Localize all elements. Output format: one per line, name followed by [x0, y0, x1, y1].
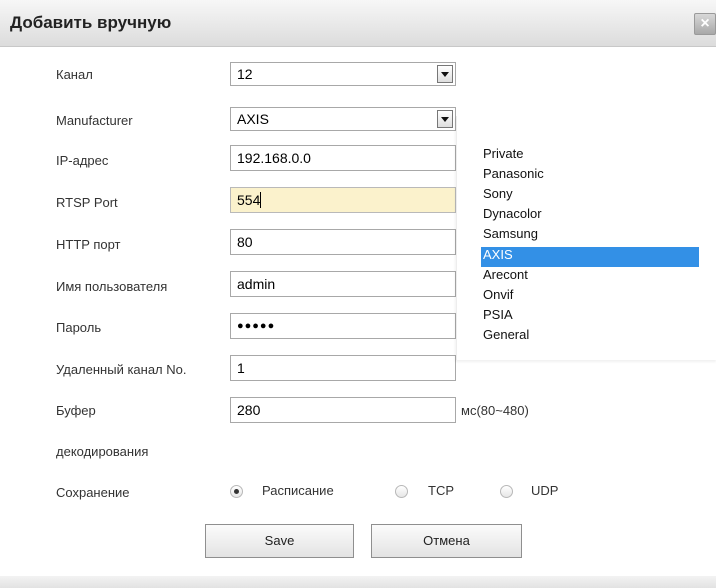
buffer-input[interactable]: 280: [230, 397, 456, 423]
dialog-titlebar: Добавить вручную ×: [0, 0, 716, 47]
dropdown-option[interactable]: General: [481, 327, 699, 347]
rtsp-port-label: RTSP Port: [56, 195, 118, 210]
http-port-label: HTTP порт: [56, 237, 121, 252]
radio-schedule[interactable]: [230, 485, 243, 498]
close-icon: ×: [700, 15, 710, 32]
dropdown-option[interactable]: Arecont: [481, 267, 699, 287]
password-label: Пароль: [56, 320, 102, 335]
channel-label: Канал: [56, 67, 93, 82]
dropdown-option[interactable]: Dynacolor: [481, 206, 699, 226]
buffer-unit: мс(80~480): [461, 403, 529, 418]
dialog-bottom-border: [0, 576, 716, 588]
radio-tcp-label[interactable]: TCP: [428, 483, 454, 498]
rtsp-port-input[interactable]: 554: [230, 187, 456, 213]
dropdown-option[interactable]: Sony: [481, 186, 699, 206]
ip-input[interactable]: 192.168.0.0: [230, 145, 456, 171]
remote-channel-value: 1: [237, 360, 245, 376]
channel-select[interactable]: 12: [230, 62, 456, 86]
http-port-value: 80: [237, 234, 253, 250]
dropdown-option[interactable]: PSIA: [481, 307, 699, 327]
ip-label: IP-адрес: [56, 153, 109, 168]
dropdown-option[interactable]: Panasonic: [481, 166, 699, 186]
password-input[interactable]: ●●●●●: [230, 313, 456, 339]
dropdown-option[interactable]: Private: [481, 146, 699, 166]
cancel-button[interactable]: Отмена: [371, 524, 522, 558]
ip-value: 192.168.0.0: [237, 150, 311, 166]
text-caret: [260, 192, 262, 208]
manufacturer-label: Manufacturer: [56, 113, 133, 128]
manufacturer-dropdown-list: Private Panasonic Sony Dynacolor Samsung…: [456, 116, 716, 360]
save-mode-radio-group: Расписание TCP UDP: [230, 483, 590, 503]
username-value: admin: [237, 276, 276, 292]
radio-udp[interactable]: [500, 485, 513, 498]
close-button[interactable]: ×: [694, 13, 716, 35]
password-value: ●●●●●: [237, 320, 276, 332]
buffer-value: 280: [237, 402, 261, 418]
http-port-input[interactable]: 80: [230, 229, 456, 255]
rtsp-port-value: 554: [237, 192, 261, 208]
add-manually-dialog: Добавить вручную × Канал 12 Manufacturer…: [0, 0, 716, 588]
radio-udp-label[interactable]: UDP: [531, 483, 558, 498]
channel-value: 12: [237, 66, 253, 82]
chevron-down-icon[interactable]: [437, 65, 453, 83]
chevron-down-icon[interactable]: [437, 110, 453, 128]
dropdown-option-selected[interactable]: AXIS: [481, 247, 699, 267]
radio-tcp[interactable]: [395, 485, 408, 498]
save-mode-label: Сохранение: [56, 485, 130, 500]
manufacturer-select[interactable]: AXIS: [230, 107, 456, 131]
dialog-title: Добавить вручную: [10, 13, 172, 32]
username-label: Имя пользователя: [56, 279, 168, 294]
radio-schedule-label[interactable]: Расписание: [262, 483, 334, 498]
save-button[interactable]: Save: [205, 524, 354, 558]
buffer-label: Буфер: [56, 403, 96, 418]
username-input[interactable]: admin: [230, 271, 456, 297]
dropdown-option[interactable]: Onvif: [481, 287, 699, 307]
remote-channel-label: Удаленный канал No.: [56, 362, 187, 377]
remote-channel-input[interactable]: 1: [230, 355, 456, 381]
manufacturer-value: AXIS: [237, 111, 269, 127]
dropdown-option[interactable]: Samsung: [481, 226, 699, 246]
buffer-label-line2: декодирования: [56, 444, 149, 459]
